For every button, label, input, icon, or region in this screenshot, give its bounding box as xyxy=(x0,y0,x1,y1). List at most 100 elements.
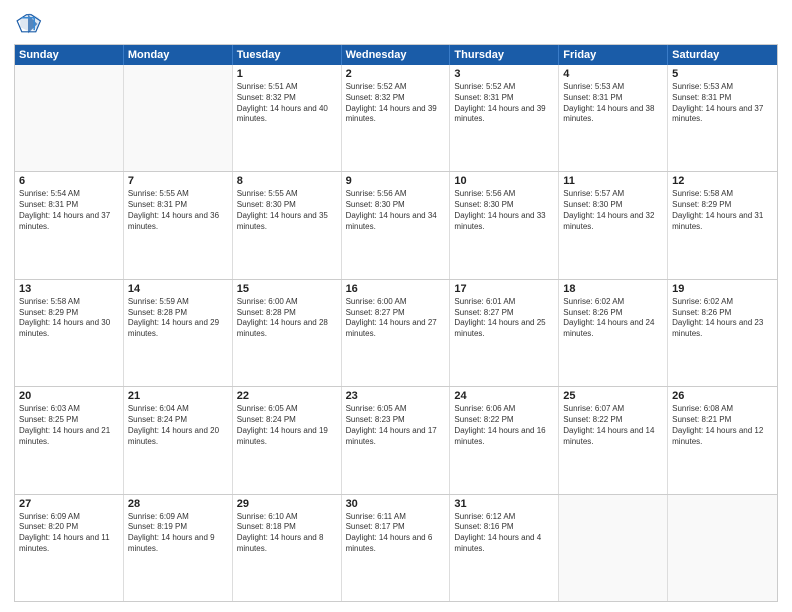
day-info: Sunrise: 6:02 AM Sunset: 8:26 PM Dayligh… xyxy=(563,297,663,340)
weekday-header: Wednesday xyxy=(342,45,451,65)
calendar-cell: 18 Sunrise: 6:02 AM Sunset: 8:26 PM Dayli… xyxy=(559,280,668,386)
calendar-cell: 20 Sunrise: 6:03 AM Sunset: 8:25 PM Dayli… xyxy=(15,387,124,493)
calendar-cell: 23 Sunrise: 6:05 AM Sunset: 8:23 PM Dayli… xyxy=(342,387,451,493)
calendar-cell: 14 Sunrise: 5:59 AM Sunset: 8:28 PM Dayli… xyxy=(124,280,233,386)
day-number: 2 xyxy=(346,68,446,80)
day-number: 8 xyxy=(237,175,337,187)
day-number: 30 xyxy=(346,498,446,510)
day-number: 4 xyxy=(563,68,663,80)
day-info: Sunrise: 6:09 AM Sunset: 8:19 PM Dayligh… xyxy=(128,512,228,555)
day-info: Sunrise: 5:54 AM Sunset: 8:31 PM Dayligh… xyxy=(19,189,119,232)
calendar-cell: 29Sunrise: 6:10 AM Sunset: 8:18 PM Dayli… xyxy=(233,495,342,601)
day-info: Sunrise: 5:52 AM Sunset: 8:32 PM Dayligh… xyxy=(346,82,446,125)
calendar-cell: 27 Sunrise: 6:09 AM Sunset: 8:20 PM Dayli… xyxy=(15,495,124,601)
logo xyxy=(14,10,46,38)
day-info: Sunrise: 6:00 AM Sunset: 8:27 PM Dayligh… xyxy=(346,297,446,340)
calendar-cell xyxy=(124,65,233,171)
header xyxy=(14,10,778,38)
day-info: Sunrise: 5:59 AM Sunset: 8:28 PM Dayligh… xyxy=(128,297,228,340)
day-number: 23 xyxy=(346,390,446,402)
day-number: 25 xyxy=(563,390,663,402)
day-info: Sunrise: 5:56 AM Sunset: 8:30 PM Dayligh… xyxy=(454,189,554,232)
calendar-cell xyxy=(668,495,777,601)
calendar-cell: 24Sunrise: 6:06 AM Sunset: 8:22 PM Dayli… xyxy=(450,387,559,493)
calendar-cell xyxy=(559,495,668,601)
calendar-cell: 31 Sunrise: 6:12 AM Sunset: 8:16 PM Dayli… xyxy=(450,495,559,601)
calendar-row: 6 Sunrise: 5:54 AM Sunset: 8:31 PM Daylig… xyxy=(15,172,777,279)
calendar-cell: 8 Sunrise: 5:55 AM Sunset: 8:30 PM Daylig… xyxy=(233,172,342,278)
day-info: Sunrise: 5:55 AM Sunset: 8:31 PM Dayligh… xyxy=(128,189,228,232)
day-info: Sunrise: 6:12 AM Sunset: 8:16 PM Dayligh… xyxy=(454,512,554,555)
day-info: Sunrise: 5:58 AM Sunset: 8:29 PM Dayligh… xyxy=(672,189,773,232)
day-number: 9 xyxy=(346,175,446,187)
day-number: 5 xyxy=(672,68,773,80)
day-info: Sunrise: 6:03 AM Sunset: 8:25 PM Dayligh… xyxy=(19,404,119,447)
calendar-cell: 12 Sunrise: 5:58 AM Sunset: 8:29 PM Dayli… xyxy=(668,172,777,278)
weekday-header: Monday xyxy=(124,45,233,65)
day-info: Sunrise: 5:56 AM Sunset: 8:30 PM Dayligh… xyxy=(346,189,446,232)
day-info: Sunrise: 6:00 AM Sunset: 8:28 PM Dayligh… xyxy=(237,297,337,340)
day-number: 10 xyxy=(454,175,554,187)
weekday-header: Friday xyxy=(559,45,668,65)
calendar-cell: 7 Sunrise: 5:55 AM Sunset: 8:31 PM Daylig… xyxy=(124,172,233,278)
calendar-cell: 15 Sunrise: 6:00 AM Sunset: 8:28 PM Dayli… xyxy=(233,280,342,386)
day-number: 18 xyxy=(563,283,663,295)
calendar: SundayMondayTuesdayWednesdayThursdayFrid… xyxy=(14,44,778,602)
calendar-cell: 21 Sunrise: 6:04 AM Sunset: 8:24 PM Dayli… xyxy=(124,387,233,493)
calendar-cell: 3 Sunrise: 5:52 AM Sunset: 8:31 PM Daylig… xyxy=(450,65,559,171)
day-number: 28 xyxy=(128,498,228,510)
calendar-cell: 5 Sunrise: 5:53 AM Sunset: 8:31 PM Daylig… xyxy=(668,65,777,171)
day-number: 24 xyxy=(454,390,554,402)
day-info: Sunrise: 6:02 AM Sunset: 8:26 PM Dayligh… xyxy=(672,297,773,340)
day-number: 13 xyxy=(19,283,119,295)
day-info: Sunrise: 5:55 AM Sunset: 8:30 PM Dayligh… xyxy=(237,189,337,232)
calendar-cell: 9 Sunrise: 5:56 AM Sunset: 8:30 PM Daylig… xyxy=(342,172,451,278)
day-number: 27 xyxy=(19,498,119,510)
day-info: Sunrise: 6:07 AM Sunset: 8:22 PM Dayligh… xyxy=(563,404,663,447)
day-number: 12 xyxy=(672,175,773,187)
day-info: Sunrise: 5:51 AM Sunset: 8:32 PM Dayligh… xyxy=(237,82,337,125)
day-number: 14 xyxy=(128,283,228,295)
weekday-header: Tuesday xyxy=(233,45,342,65)
calendar-cell: 26Sunrise: 6:08 AM Sunset: 8:21 PM Dayli… xyxy=(668,387,777,493)
calendar-cell: 16 Sunrise: 6:00 AM Sunset: 8:27 PM Dayli… xyxy=(342,280,451,386)
day-number: 20 xyxy=(19,390,119,402)
day-number: 29 xyxy=(237,498,337,510)
calendar-cell: 22Sunrise: 6:05 AM Sunset: 8:24 PM Dayli… xyxy=(233,387,342,493)
calendar-cell: 30Sunrise: 6:11 AM Sunset: 8:17 PM Dayli… xyxy=(342,495,451,601)
day-info: Sunrise: 6:04 AM Sunset: 8:24 PM Dayligh… xyxy=(128,404,228,447)
calendar-cell: 4Sunrise: 5:53 AM Sunset: 8:31 PM Daylig… xyxy=(559,65,668,171)
day-info: Sunrise: 5:52 AM Sunset: 8:31 PM Dayligh… xyxy=(454,82,554,125)
calendar-cell: 28 Sunrise: 6:09 AM Sunset: 8:19 PM Dayli… xyxy=(124,495,233,601)
weekday-header: Saturday xyxy=(668,45,777,65)
calendar-header: SundayMondayTuesdayWednesdayThursdayFrid… xyxy=(15,45,777,65)
calendar-cell: 11 Sunrise: 5:57 AM Sunset: 8:30 PM Dayli… xyxy=(559,172,668,278)
day-number: 19 xyxy=(672,283,773,295)
calendar-cell: 1Sunrise: 5:51 AM Sunset: 8:32 PM Daylig… xyxy=(233,65,342,171)
day-number: 17 xyxy=(454,283,554,295)
calendar-row: 1Sunrise: 5:51 AM Sunset: 8:32 PM Daylig… xyxy=(15,65,777,172)
calendar-cell: 17 Sunrise: 6:01 AM Sunset: 8:27 PM Dayli… xyxy=(450,280,559,386)
day-info: Sunrise: 6:09 AM Sunset: 8:20 PM Dayligh… xyxy=(19,512,119,555)
day-number: 3 xyxy=(454,68,554,80)
day-info: Sunrise: 5:57 AM Sunset: 8:30 PM Dayligh… xyxy=(563,189,663,232)
day-number: 11 xyxy=(563,175,663,187)
weekday-header: Sunday xyxy=(15,45,124,65)
day-number: 16 xyxy=(346,283,446,295)
calendar-cell xyxy=(15,65,124,171)
day-info: Sunrise: 5:53 AM Sunset: 8:31 PM Dayligh… xyxy=(672,82,773,125)
day-number: 21 xyxy=(128,390,228,402)
day-number: 31 xyxy=(454,498,554,510)
calendar-cell: 13Sunrise: 5:58 AM Sunset: 8:29 PM Dayli… xyxy=(15,280,124,386)
day-info: Sunrise: 6:01 AM Sunset: 8:27 PM Dayligh… xyxy=(454,297,554,340)
page: SundayMondayTuesdayWednesdayThursdayFrid… xyxy=(0,0,792,612)
day-info: Sunrise: 6:05 AM Sunset: 8:23 PM Dayligh… xyxy=(346,404,446,447)
weekday-header: Thursday xyxy=(450,45,559,65)
calendar-row: 13Sunrise: 5:58 AM Sunset: 8:29 PM Dayli… xyxy=(15,280,777,387)
calendar-row: 20 Sunrise: 6:03 AM Sunset: 8:25 PM Dayli… xyxy=(15,387,777,494)
day-number: 7 xyxy=(128,175,228,187)
calendar-cell: 19 Sunrise: 6:02 AM Sunset: 8:26 PM Dayli… xyxy=(668,280,777,386)
day-number: 6 xyxy=(19,175,119,187)
day-number: 15 xyxy=(237,283,337,295)
day-info: Sunrise: 6:05 AM Sunset: 8:24 PM Dayligh… xyxy=(237,404,337,447)
